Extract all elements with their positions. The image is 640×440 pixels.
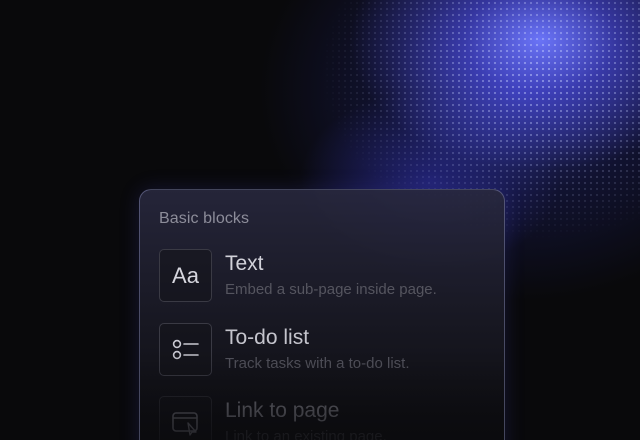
link-page-icon [159, 396, 212, 440]
menu-item-text[interactable]: Aa Text Embed a sub-page inside page. [159, 249, 489, 303]
todo-list-icon [159, 323, 212, 376]
menu-item-description: Embed a sub-page inside page. [225, 281, 437, 298]
menu-section-title: Basic blocks [159, 210, 250, 227]
menu-item-description: Link to an existing page. [225, 428, 387, 440]
menu-item-label: To-do list [225, 326, 310, 349]
menu-item-label: Text [225, 252, 264, 275]
menu-item-description: Track tasks with a to-do list. [225, 355, 410, 372]
text-aa-glyph: Aa [172, 262, 199, 288]
canvas: Basic blocks Aa Text Embed a sub-page in… [0, 0, 640, 440]
menu-item-label: Link to page [225, 399, 340, 422]
menu-item-link-to-page[interactable]: Link to page Link to an existing page. [159, 396, 489, 440]
block-menu-panel: Basic blocks Aa Text Embed a sub-page in… [139, 189, 505, 440]
text-aa-icon: Aa [159, 249, 212, 302]
menu-item-todo-list[interactable]: To-do list Track tasks with a to-do list… [159, 323, 489, 377]
